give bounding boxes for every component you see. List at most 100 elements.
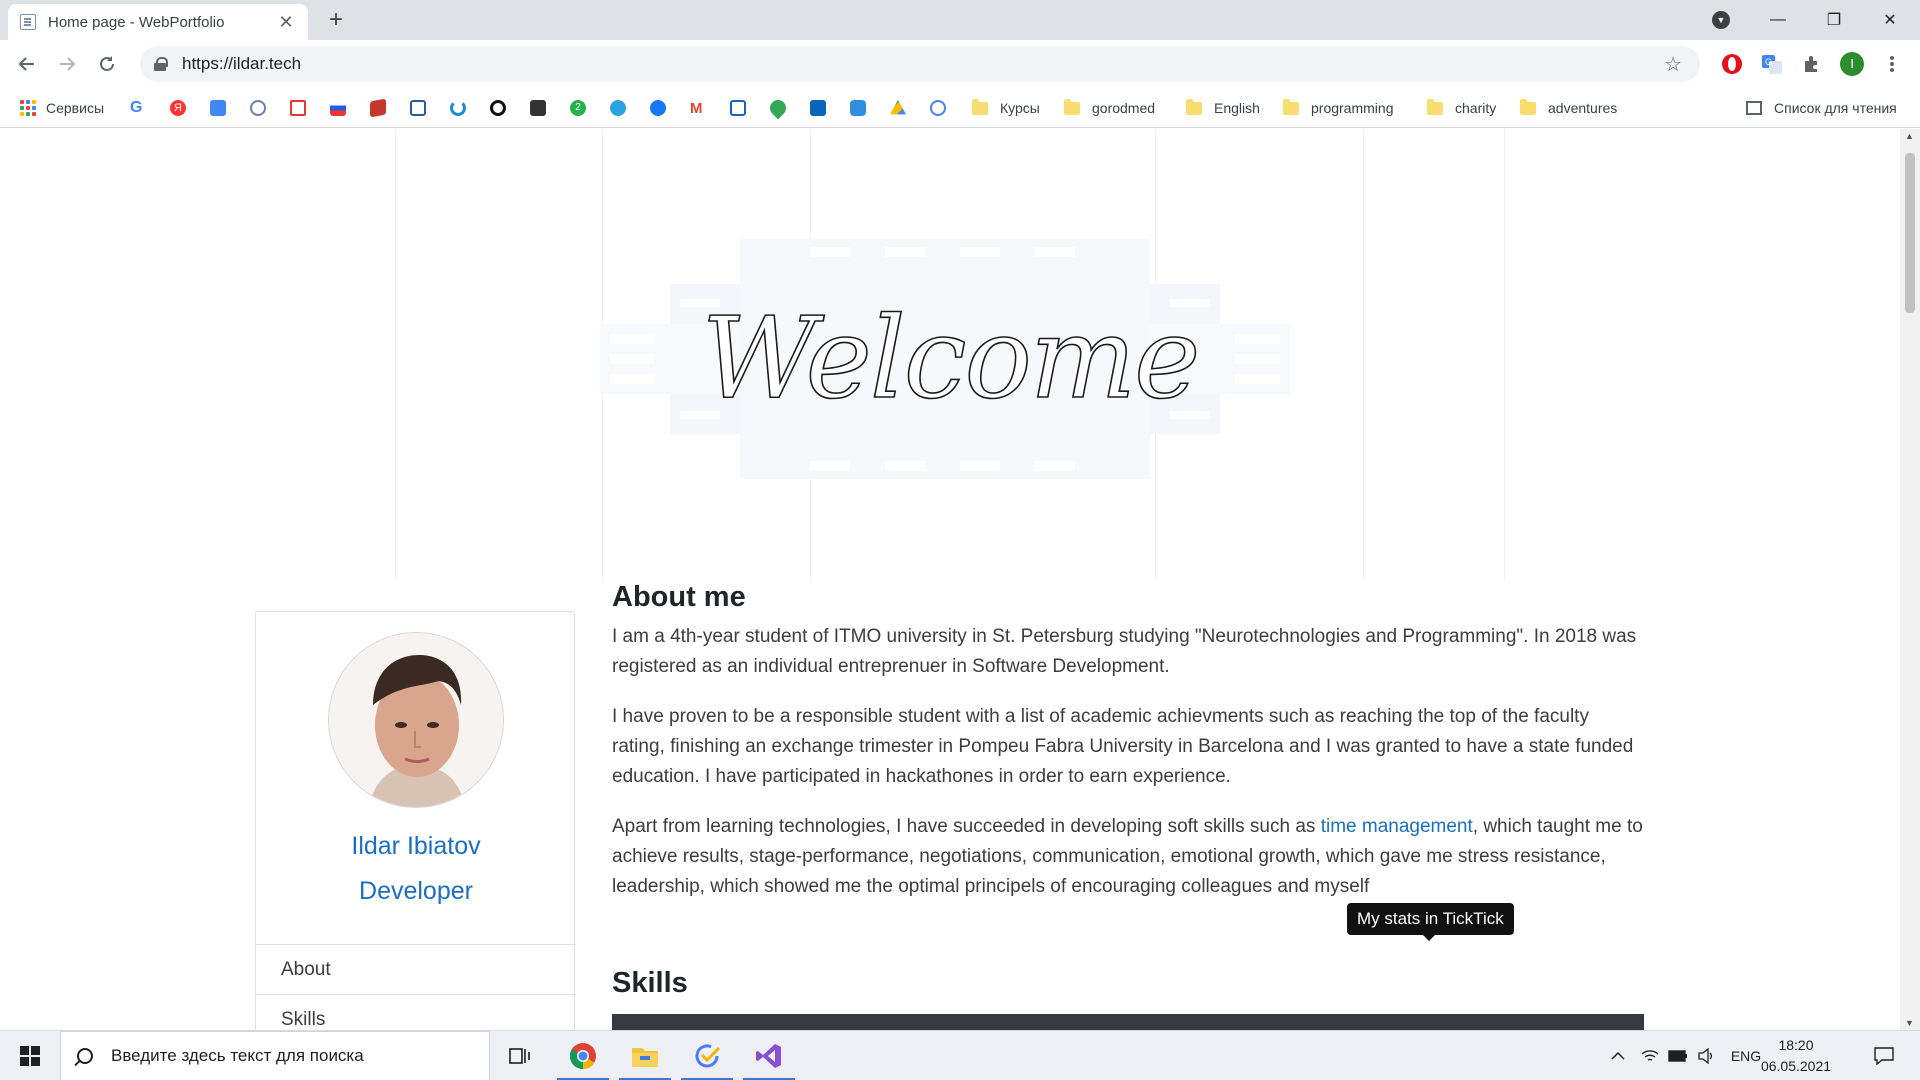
taskbar-search-placeholder: Введите здесь текст для поиска xyxy=(111,1046,364,1065)
battery-icon[interactable] xyxy=(1666,1031,1690,1080)
clock-time: 18:20 xyxy=(1778,1037,1814,1053)
facebook-bookmark-icon[interactable] xyxy=(650,98,666,118)
clock-date: 06.05.2021 xyxy=(1760,1058,1832,1074)
restore-button[interactable]: ❐ xyxy=(1806,0,1862,40)
search-icon xyxy=(77,1048,93,1064)
drive-bookmark-icon[interactable] xyxy=(890,98,906,118)
bookmark-folder-adventures[interactable]: adventures xyxy=(1520,98,1617,118)
bookmark-folder-english[interactable]: English xyxy=(1186,98,1260,118)
scroll-down-arrow-icon[interactable]: ▼ xyxy=(1905,1018,1914,1028)
profile-avatar-button[interactable]: I xyxy=(1840,52,1864,76)
folder-icon xyxy=(1064,98,1080,115)
folder-icon xyxy=(972,98,988,115)
ticktick-tooltip: My stats in TickTick xyxy=(1347,903,1514,941)
mail-bookmark-icon[interactable] xyxy=(730,98,746,118)
bookmark-star-icon[interactable]: ☆ xyxy=(1664,52,1682,77)
book-bookmark-icon[interactable] xyxy=(370,98,386,118)
bookmark-apps-label: Сервисы xyxy=(46,100,105,116)
skills-dark-panel xyxy=(612,1014,1644,1030)
ticktick-taskbar-icon[interactable] xyxy=(677,1031,737,1080)
url-text[interactable]: https://ildar.tech xyxy=(182,54,301,74)
translate-bookmark-icon[interactable] xyxy=(210,98,226,118)
page-viewport: Welcome Ildar Ibiatov Developer About Sk… xyxy=(0,129,1900,1030)
folder-icon xyxy=(1427,98,1443,115)
yandex-bookmark-icon[interactable]: Я xyxy=(170,98,186,118)
about-title: About me xyxy=(612,581,746,613)
folder-icon xyxy=(1520,98,1536,115)
hero-banner: Welcome xyxy=(395,129,1505,579)
scrollbar-thumb[interactable] xyxy=(1905,153,1915,313)
address-bar[interactable]: https://ildar.tech ☆ xyxy=(140,46,1700,82)
file-explorer-taskbar-icon[interactable] xyxy=(615,1031,675,1080)
google-bookmark-icon[interactable]: G xyxy=(130,98,142,118)
cloud-bookmark-icon[interactable] xyxy=(850,98,866,118)
apps-grid-icon xyxy=(20,100,36,116)
red-frame-bookmark-icon[interactable] xyxy=(290,98,306,118)
visual-studio-taskbar-icon[interactable] xyxy=(739,1031,799,1080)
svg-text:G: G xyxy=(1765,57,1772,67)
russia-flag-bookmark-icon[interactable] xyxy=(330,98,346,118)
maps-bookmark-icon[interactable] xyxy=(766,96,790,120)
tab-close-icon[interactable]: ✕ xyxy=(276,12,296,33)
minimize-button[interactable]: — xyxy=(1750,0,1806,40)
bookmark-folder-programming[interactable]: programming xyxy=(1283,98,1393,118)
about-paragraph-1: I am a 4th-year student of ITMO universi… xyxy=(612,626,1637,677)
globe-bookmark-icon[interactable] xyxy=(250,98,266,118)
notifications-icon[interactable] xyxy=(1864,1031,1904,1080)
browser-tab[interactable]: Home page - WebPortfolio ✕ xyxy=(8,4,308,40)
close-window-button[interactable]: ✕ xyxy=(1862,0,1918,40)
taskbar-search-box[interactable]: Введите здесь текст для поиска xyxy=(60,1031,490,1080)
profile-name: Ildar Ibiatov xyxy=(351,832,481,860)
about-paragraph-2: I have proven to be a responsible studen… xyxy=(612,706,1634,787)
new-tab-button[interactable]: + xyxy=(322,6,350,34)
extensions-puzzle-icon[interactable] xyxy=(1800,52,1824,76)
chrome-taskbar-icon[interactable] xyxy=(553,1031,613,1080)
lock-icon[interactable] xyxy=(154,57,168,71)
bookmark-folder-gorodmed[interactable]: gorodmed xyxy=(1064,98,1155,118)
tab-title: Home page - WebPortfolio xyxy=(48,13,225,31)
green-badge-bookmark-icon[interactable]: 2 xyxy=(570,98,586,118)
skills-title: Skills xyxy=(612,967,688,999)
windows-logo-icon xyxy=(20,1046,40,1066)
welcome-heading: Welcome xyxy=(701,293,1201,425)
show-hidden-icons-chevron-icon[interactable] xyxy=(1604,1031,1632,1080)
start-button[interactable] xyxy=(0,1031,60,1080)
profile-photo xyxy=(328,632,504,808)
task-view-icon[interactable] xyxy=(490,1031,550,1080)
nav-item-skills[interactable]: Skills xyxy=(256,994,576,1030)
bookmark-folder-kursy[interactable]: Курсы xyxy=(972,98,1040,118)
taskbar-clock[interactable]: 18:20 06.05.2021 xyxy=(1748,1035,1844,1077)
page-favicon-icon xyxy=(20,14,36,30)
bookmarks-bar: Сервисы G Я 2 M Курсы gorodmed English p… xyxy=(0,88,1920,128)
scroll-up-arrow-icon[interactable]: ▲ xyxy=(1905,131,1914,141)
bookmark-apps[interactable]: Сервисы xyxy=(20,98,104,118)
network-icon[interactable] xyxy=(1638,1031,1662,1080)
time-management-link[interactable]: time management xyxy=(1321,816,1473,837)
page-scrollbar[interactable]: ▲ ▼ xyxy=(1900,129,1920,1030)
about-paragraph-3: Apart from learning technologies, I have… xyxy=(612,816,1643,897)
chart-bookmark-icon[interactable] xyxy=(410,98,426,118)
link-bookmark-icon[interactable] xyxy=(490,98,506,118)
back-button[interactable] xyxy=(13,50,41,78)
nav-item-about[interactable]: About xyxy=(256,944,576,994)
telegram-bookmark-icon[interactable] xyxy=(610,98,626,118)
crescent-bookmark-icon[interactable] xyxy=(450,98,466,118)
ticktick-bookmark-icon[interactable] xyxy=(930,98,946,118)
windows-taskbar: Введите здесь текст для поиска ENG 18:20… xyxy=(0,1030,1920,1080)
bookmark-folder-charity[interactable]: charity xyxy=(1427,98,1496,118)
opera-extension-icon[interactable] xyxy=(1720,52,1744,76)
browser-toolbar: https://ildar.tech ☆ G I xyxy=(0,40,1920,88)
outlook-bookmark-icon[interactable] xyxy=(810,98,826,118)
tab-search-icon[interactable]: ▼ xyxy=(1712,11,1730,29)
forward-button[interactable] xyxy=(53,50,81,78)
dark-app-bookmark-icon[interactable] xyxy=(530,98,546,118)
gmail-bookmark-icon[interactable]: M xyxy=(690,98,703,118)
translate-extension-icon[interactable]: G xyxy=(1760,52,1784,76)
volume-icon[interactable] xyxy=(1694,1031,1718,1080)
reload-button[interactable] xyxy=(93,50,121,78)
reading-list-button[interactable]: Список для чтения xyxy=(1746,98,1897,118)
folder-icon xyxy=(1186,98,1202,115)
browser-menu-icon[interactable] xyxy=(1880,52,1904,76)
profile-card: Ildar Ibiatov Developer About Skills xyxy=(255,611,576,1030)
profile-nav: About Skills xyxy=(256,944,576,1030)
